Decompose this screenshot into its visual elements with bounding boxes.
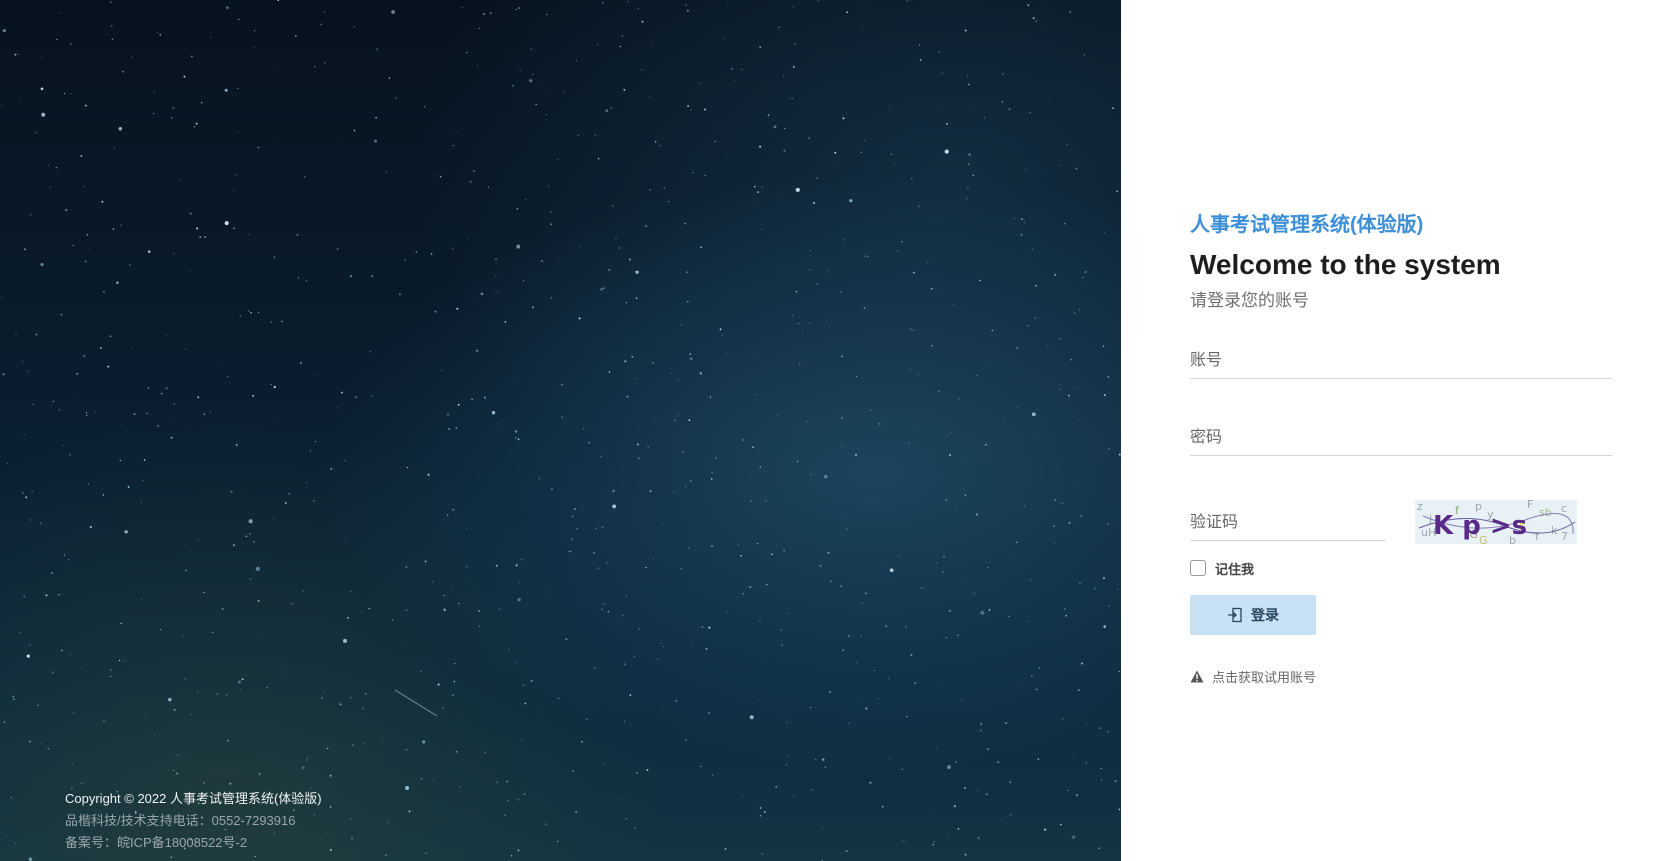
login-form: 人事考试管理系统(体验版) Welcome to the system 请登录您…	[1190, 210, 1612, 686]
password-input[interactable]	[1190, 423, 1612, 453]
captcha-row: zjuH fpy rGG Fsbc k7f b$ K p >s	[1190, 500, 1612, 544]
svg-text:7: 7	[1561, 530, 1568, 543]
sign-in-icon	[1228, 607, 1242, 623]
copyright-text: Copyright © 2022 人事考试管理系统(体验版)	[65, 791, 322, 806]
icp-record-text: 备案号：皖ICP备18008522号-2	[65, 835, 248, 850]
svg-text:c: c	[1561, 502, 1567, 515]
starry-background: Copyright © 2022 人事考试管理系统(体验版) 品楷科技/技术支持…	[0, 0, 1121, 861]
captcha-image[interactable]: z j uH fpy rG G Fsb c k7f b $ K p >s	[1415, 500, 1577, 544]
svg-text:sb: sb	[1539, 506, 1552, 519]
password-field	[1190, 423, 1612, 456]
svg-text:F: F	[1527, 500, 1533, 511]
login-button-label: 登录	[1251, 607, 1279, 623]
remember-me[interactable]: 记住我	[1190, 558, 1612, 578]
captcha-graphic: zjuH f py rG G Fsb c k 7f b$ K p >s	[1417, 500, 1576, 544]
support-phone-text: 品楷科技/技术支持电话：0552-7293916	[65, 813, 296, 828]
login-button[interactable]: 登录	[1190, 595, 1316, 635]
login-subtitle: 请登录您的账号	[1190, 291, 1309, 310]
captcha-field	[1190, 508, 1386, 541]
warning-icon	[1190, 670, 1204, 683]
svg-text:z: z	[1417, 500, 1423, 513]
account-input[interactable]	[1190, 346, 1612, 376]
svg-text:f: f	[1535, 530, 1540, 543]
captcha-text: K p >s	[1433, 511, 1527, 541]
remember-checkbox[interactable]	[1190, 560, 1206, 576]
remember-label: 记住我	[1215, 561, 1255, 577]
footer: Copyright © 2022 人事考试管理系统(体验版) 品楷科技/技术支持…	[65, 788, 322, 854]
stars-layer	[0, 0, 1121, 861]
welcome-heading: Welcome to the system	[1190, 249, 1501, 280]
system-title: 人事考试管理系统(体验版)	[1190, 214, 1424, 236]
trial-link-text: 点击获取试用账号	[1212, 670, 1317, 685]
trial-account-link[interactable]: 点击获取试用账号	[1190, 667, 1612, 686]
captcha-input[interactable]	[1190, 508, 1386, 538]
account-field	[1190, 346, 1612, 379]
